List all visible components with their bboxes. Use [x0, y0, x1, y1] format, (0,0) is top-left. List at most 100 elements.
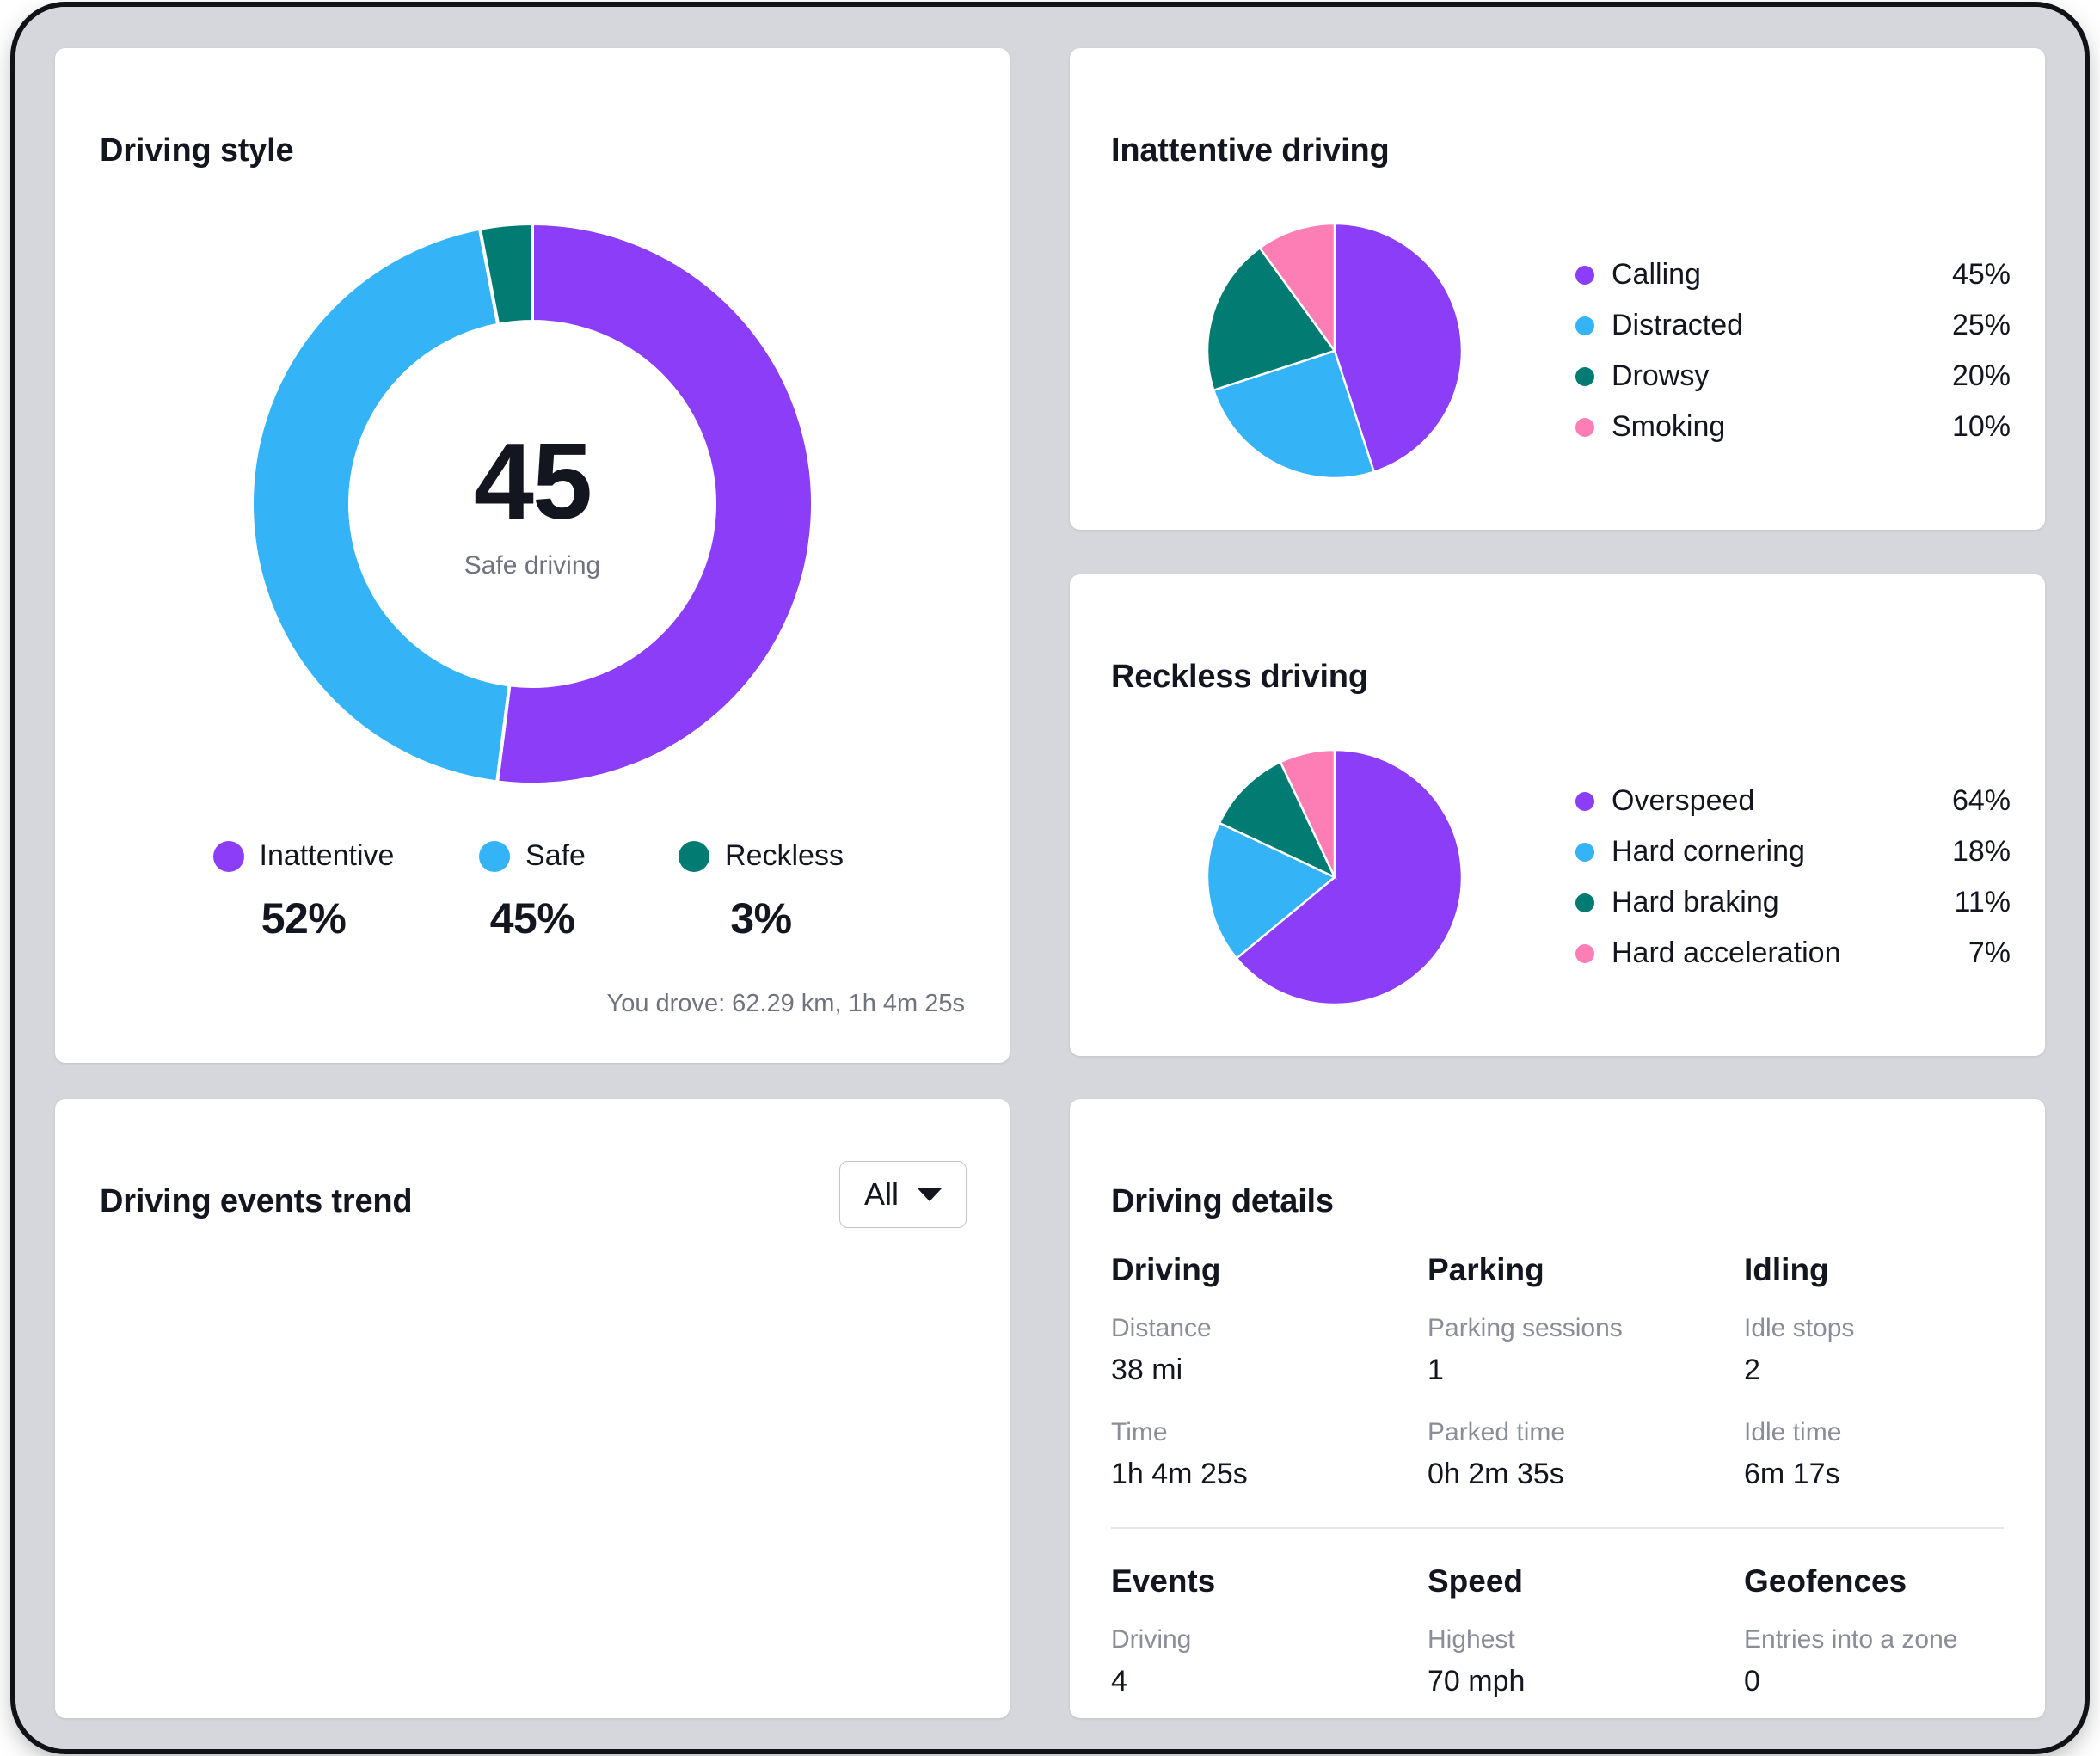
inattentive-pie-chart: [1111, 222, 1558, 480]
legend-color-dot-icon: [1575, 265, 1594, 285]
details-metric-value: 6m 17s: [1744, 1458, 1840, 1490]
details-metric-value: 4: [1111, 1664, 1127, 1698]
details-metric: Idle stops 2: [1744, 1314, 1854, 1387]
details-metric: Distance 38 mi: [1111, 1314, 1428, 1387]
legend-color-dot-icon: [1575, 366, 1594, 386]
pie-legend-item: Hard braking 11%: [1575, 886, 2011, 919]
donut-svg: [250, 221, 814, 786]
legend-percentage: 7%: [1968, 936, 2011, 969]
legend-label: Safe: [525, 839, 586, 872]
details-metric-label: Entries into a zone: [1744, 1624, 1958, 1654]
legend-percentage: 64%: [1951, 784, 2011, 817]
details-group-title: Idling: [1744, 1252, 1829, 1287]
device-frame: Driving style 45 Safe driving Inattentiv…: [15, 7, 2085, 1749]
driving-style-legend-item: Inattentive 52%: [189, 839, 418, 943]
details-group-title: Geofences: [1744, 1563, 1907, 1599]
legend-percentage: 3%: [730, 894, 792, 942]
device-screen: Driving style 45 Safe driving Inattentiv…: [15, 7, 2085, 1749]
legend-percentage: 10%: [1951, 410, 2011, 443]
legend-color-dot-icon: [1575, 943, 1594, 963]
legend-percentage: 20%: [1951, 359, 2011, 392]
pie-slice: [494, 221, 814, 786]
reckless-driving-card: Reckless driving Overspeed 64% Hard corner…: [1070, 574, 2045, 1056]
legend-label: Smoking: [1612, 410, 1726, 443]
app-root: Driving style 45 Safe driving Inattentiv…: [0, 0, 2100, 1756]
details-metric-label: Highest: [1428, 1624, 1515, 1654]
pie-legend-item: Overspeed 64%: [1575, 784, 2011, 818]
driving-details-title: Driving details: [1111, 1183, 1334, 1219]
details-group-title: Events: [1111, 1563, 1216, 1599]
legend-percentage: 45%: [489, 894, 575, 942]
events-filter-value: All: [863, 1176, 899, 1212]
legend-percentage: 11%: [1954, 886, 2011, 918]
driving-style-card: Driving style 45 Safe driving Inattentiv…: [55, 48, 1010, 1063]
details-column: Idling Idle stops 2 Idle time 6m 17s: [1744, 1252, 1854, 1491]
driving-events-trend-title: Driving events trend: [100, 1183, 413, 1219]
pie-legend-item: Hard acceleration 7%: [1575, 936, 2011, 970]
driving-details-grid: Driving Distance 38 mi Time 1h 4m 25s Parking…: [1111, 1252, 2004, 1718]
reckless-pie-svg: [1206, 748, 1464, 1006]
details-metric-value: 0: [1744, 1664, 1760, 1698]
details-metric-label: Idle time: [1744, 1418, 1842, 1446]
legend-color-dot-icon: [1575, 791, 1594, 811]
legend-label: Hard braking: [1612, 886, 1779, 918]
details-column: SpeedHighest70 mphA: [1428, 1563, 1744, 1719]
legend-color-dot-icon: [679, 840, 710, 872]
you-drove-note: You drove: 62.29 km, 1h 4m 25s: [606, 990, 965, 1017]
driving-style-title: Driving style: [100, 132, 294, 169]
details-group-title: Speed: [1428, 1563, 1524, 1599]
pie-legend-item: Calling 45%: [1575, 258, 2011, 292]
details-row-primary: Driving Distance 38 mi Time 1h 4m 25s Parking…: [1111, 1252, 2004, 1491]
details-metric-value: 2: [1744, 1354, 1760, 1386]
details-metric-label: Time: [1111, 1418, 1168, 1446]
details-metric: Parked time 0h 2m 35s: [1428, 1418, 1744, 1491]
details-metric: Time 1h 4m 25s: [1111, 1418, 1428, 1491]
legend-color-dot-icon: [212, 840, 244, 872]
details-group-title: Driving: [1111, 1252, 1221, 1287]
events-filter-select[interactable]: All: [839, 1161, 967, 1228]
legend-label: Calling: [1612, 258, 1701, 291]
legend-label: Reckless: [725, 839, 844, 872]
pie-legend-item: Smoking 10%: [1575, 410, 2011, 444]
details-metric: Entries into a zone 0: [1744, 1625, 1957, 1698]
details-metric-label: Distance: [1111, 1314, 1212, 1342]
driving-details-card: Driving details Driving Distance 38 mi Time…: [1070, 1099, 2045, 1718]
details-column: Driving Distance 38 mi Time 1h 4m 25s: [1111, 1252, 1428, 1491]
details-metric: Idle time 6m 17s: [1744, 1418, 1854, 1491]
details-metric: Highest 70 mph: [1428, 1625, 1744, 1698]
details-metric: Parking sessions 1: [1428, 1314, 1744, 1387]
details-divider: [1111, 1527, 2004, 1529]
legend-entry: Reckless: [679, 839, 844, 873]
legend-entry: Safe: [479, 839, 586, 873]
reckless-legend: Overspeed 64% Hard cornering 18% Hard brakin…: [1558, 784, 2011, 970]
details-column: GeofencesEntries into a zone0Exits f: [1744, 1563, 1957, 1719]
legend-label: Drowsy: [1612, 359, 1710, 392]
details-metric-label: Driving: [1111, 1624, 1192, 1654]
driving-style-legend: Inattentive 52% Safe 45% Reckless 3%: [55, 839, 1010, 943]
legend-entry: Inattentive: [212, 839, 394, 873]
legend-color-dot-icon: [1575, 417, 1594, 437]
inattentive-driving-title: Inattentive driving: [1111, 132, 1390, 169]
details-metric-value: 1: [1428, 1354, 1444, 1386]
legend-label: Hard cornering: [1612, 835, 1805, 868]
legend-color-dot-icon: [479, 840, 511, 872]
legend-percentage: 52%: [261, 894, 347, 942]
chevron-down-icon: [918, 1188, 942, 1201]
inattentive-body: Calling 45% Distracted 25% Drowsy 20% Smoking 1…: [1111, 193, 2011, 509]
reckless-body: Overspeed 64% Hard cornering 18% Hard brakin…: [1111, 719, 2011, 1035]
legend-label: Hard acceleration: [1612, 936, 1841, 969]
legend-percentage: 25%: [1951, 309, 2011, 341]
details-metric-label: Idle stops: [1744, 1314, 1855, 1342]
legend-label: Distracted: [1612, 309, 1744, 341]
reckless-pie-chart: [1111, 748, 1558, 1006]
legend-color-dot-icon: [1575, 893, 1594, 912]
details-metric: Driving 4: [1111, 1625, 1428, 1698]
dashboard-board: Driving style 45 Safe driving Inattentiv…: [55, 48, 2045, 1718]
details-group-title: Parking: [1428, 1252, 1544, 1287]
details-metric-value: 0h 2m 35s: [1428, 1458, 1564, 1490]
driving-events-trend-card: Driving events trend All Event count 010…: [55, 1099, 1010, 1718]
details-column: EventsDriving4Parked: [1111, 1563, 1428, 1719]
details-metric-value: 38 mi: [1111, 1354, 1183, 1386]
inattentive-pie-svg: [1206, 222, 1464, 480]
details-column: Parking Parking sessions 1 Parked time 0h 2m…: [1428, 1252, 1744, 1491]
